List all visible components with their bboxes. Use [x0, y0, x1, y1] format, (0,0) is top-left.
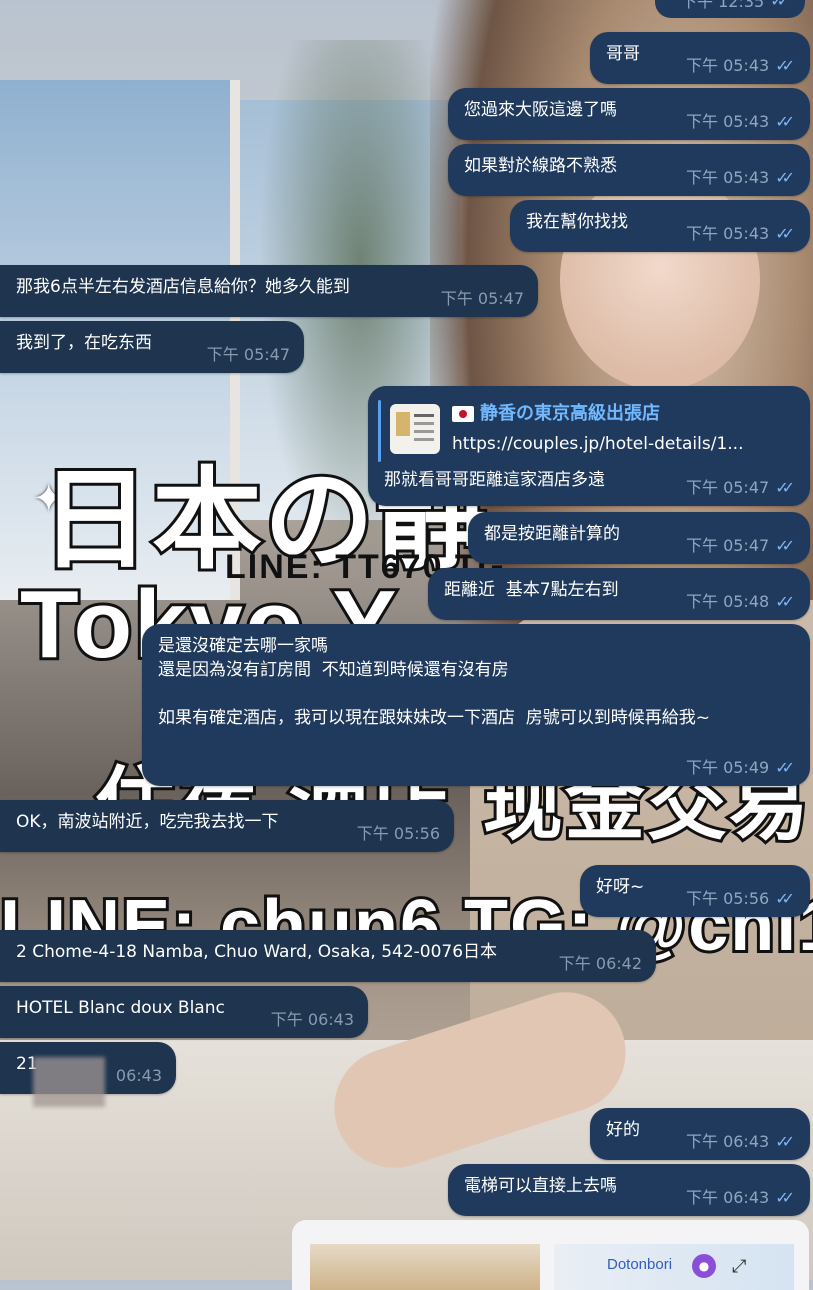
message-meta: 下午 06:43: [271, 1008, 354, 1032]
message-meta: 下午 05:43 ✓✓: [686, 110, 796, 134]
message-time: 下午 05:47: [206, 345, 290, 364]
read-ticks-icon: ✓✓: [775, 1188, 795, 1207]
message-time: 下午 05:47: [440, 289, 524, 308]
chat-bubble-outgoing[interactable]: 是還沒確定去哪一家嗎 還是因為沒有訂房間 不知道到時候還有沒有房 如果有確定酒店…: [142, 624, 810, 786]
read-ticks-icon: ✓✓: [775, 168, 795, 187]
chat-bubble-outgoing[interactable]: 如果對於線路不熟悉 下午 05:43 ✓✓: [448, 144, 810, 196]
chat-bubble-incoming[interactable]: HOTEL Blanc doux Blanc 下午 06:43: [0, 986, 368, 1038]
message-time: 下午 06:42: [558, 954, 642, 973]
message-time: 下午 06:43: [685, 1132, 770, 1151]
message-time: 下午 05:47: [685, 478, 770, 497]
chat-bubble-partial[interactable]: 下午 12:35 ✓✓: [655, 0, 805, 18]
japan-flag-icon: [452, 406, 474, 422]
chat-bubble-outgoing[interactable]: 都是按距離計算的 下午 05:47 ✓✓: [468, 512, 810, 564]
message-meta: 下午 05:43 ✓✓: [686, 222, 796, 246]
link-url[interactable]: https://couples.jp/hotel-details/1...: [452, 432, 743, 456]
redacted-blur: [33, 1057, 105, 1107]
chat-bubble-outgoing[interactable]: 電梯可以直接上去嗎 下午 06:43 ✓✓: [448, 1164, 810, 1216]
read-ticks-icon: ✓✓: [775, 758, 795, 777]
link-preview-bar: [378, 400, 381, 462]
chat-bubble-incoming[interactable]: 2 Chome-4-18 Namba, Chuo Ward, Osaka, 54…: [0, 930, 656, 982]
read-ticks-icon: ✓✓: [775, 889, 795, 908]
chat-bubble-outgoing[interactable]: 您過來大阪這邊了嗎 下午 05:43 ✓✓: [448, 88, 810, 140]
chat-bubble-incoming[interactable]: 我到了，在吃东西 下午 05:47: [0, 321, 304, 373]
link-title[interactable]: 静香の東京高級出張店: [452, 402, 743, 426]
message-time: 下午 05:43: [685, 56, 770, 75]
message-meta: 下午 05:47: [207, 343, 290, 367]
message-text: 是還沒確定去哪一家嗎 還是因為沒有訂房間 不知道到時候還有沒有房 如果有確定酒店…: [158, 636, 711, 728]
message-meta: 下午 06:43 ✓✓: [686, 1130, 796, 1154]
read-ticks-icon: ✓✓: [770, 0, 790, 10]
read-ticks-icon: ✓✓: [775, 1132, 795, 1151]
read-ticks-icon: ✓✓: [775, 478, 795, 497]
chat-bubble-outgoing[interactable]: 我在幫你找找 下午 05:43 ✓✓: [510, 200, 810, 252]
chat-bubble-outgoing-link[interactable]: 静香の東京高級出張店 https://couples.jp/hotel-deta…: [368, 386, 810, 506]
message-time: 06:43: [115, 1066, 162, 1085]
link-preview[interactable]: 静香の東京高級出張店 https://couples.jp/hotel-deta…: [378, 394, 796, 464]
chat-bubble-outgoing[interactable]: 距離近 基本7點左右到 下午 05:48 ✓✓: [428, 568, 810, 620]
message-time: 下午 12:35: [680, 0, 765, 11]
read-ticks-icon: ✓✓: [775, 592, 795, 611]
message-meta: 下午 05:56: [357, 822, 440, 846]
chat-bubble-outgoing[interactable]: 好呀~ 下午 05:56 ✓✓: [580, 865, 810, 917]
message-meta: 下午 05:49 ✓✓: [686, 756, 796, 780]
message-text: 2 Chome-4-18 Namba, Chuo Ward, Osaka, 54…: [16, 942, 498, 962]
message-meta: 下午 05:47 ✓✓: [686, 476, 796, 500]
hotel-photo[interactable]: [310, 1244, 540, 1290]
expand-icon[interactable]: ⤢: [732, 1256, 746, 1277]
chat-bubble-incoming[interactable]: OK，南波站附近，吃完我去找一下 下午 05:56: [0, 800, 454, 852]
read-ticks-icon: ✓✓: [775, 224, 795, 243]
map-pin-icon: ●: [692, 1254, 716, 1278]
read-ticks-icon: ✓✓: [775, 536, 795, 555]
message-time: 下午 06:43: [685, 1188, 770, 1207]
link-thumbnail[interactable]: [390, 404, 440, 454]
message-meta: 下午 12:35 ✓✓: [681, 0, 791, 12]
message-time: 下午 05:47: [685, 536, 770, 555]
message-text: 那就看哥哥距離這家酒店多遠: [384, 470, 605, 490]
message-time: 下午 05:48: [685, 592, 770, 611]
chat-bubble-incoming[interactable]: 那我6点半左右发酒店信息給你？她多久能到 下午 05:47: [0, 265, 538, 317]
read-ticks-icon: ✓✓: [775, 112, 795, 131]
message-meta: 06:43: [116, 1064, 162, 1088]
read-ticks-icon: ✓✓: [775, 56, 795, 75]
chat-bubble-outgoing[interactable]: 哥哥 下午 05:43 ✓✓: [590, 32, 810, 84]
message-time: 下午 05:56: [356, 824, 440, 843]
message-time: 下午 05:43: [685, 224, 770, 243]
message-meta: 下午 06:42: [559, 952, 642, 976]
map-label: Dotonbori: [607, 1256, 673, 1273]
message-time: 下午 05:43: [685, 168, 770, 187]
message-meta: 下午 05:47: [441, 287, 524, 311]
message-meta: 下午 05:47 ✓✓: [686, 534, 796, 558]
message-meta: 下午 05:43 ✓✓: [686, 166, 796, 190]
message-time: 下午 05:56: [685, 889, 770, 908]
message-meta: 下午 05:56 ✓✓: [686, 887, 796, 911]
message-time: 下午 05:49: [685, 758, 770, 777]
message-meta: 下午 05:43 ✓✓: [686, 54, 796, 78]
message-time: 下午 05:43: [685, 112, 770, 131]
chat-bubble-outgoing[interactable]: 好的 下午 06:43 ✓✓: [590, 1108, 810, 1160]
message-time: 下午 06:43: [270, 1010, 354, 1029]
link-title-text: 静香の東京高級出張店: [480, 403, 660, 424]
message-meta: 下午 06:43 ✓✓: [686, 1186, 796, 1210]
map-preview[interactable]: [554, 1244, 794, 1290]
message-meta: 下午 05:48 ✓✓: [686, 590, 796, 614]
